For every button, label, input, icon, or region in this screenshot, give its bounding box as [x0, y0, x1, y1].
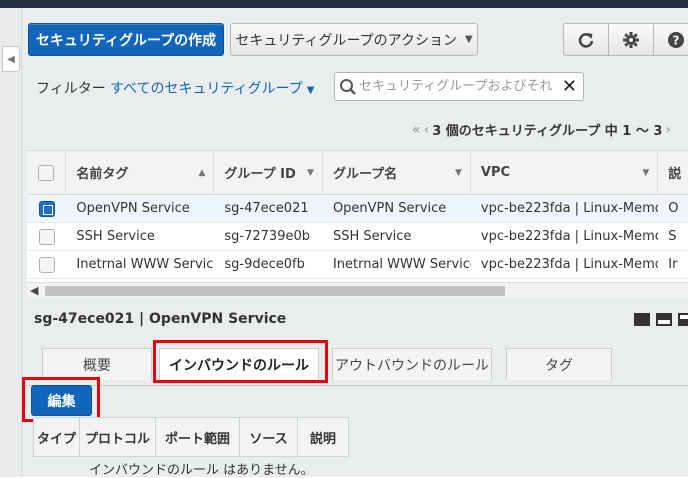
cell-vpc: vpc-be223fda | Linux-Memo ...: [480, 201, 659, 216]
rules-column-port-range: ポート範囲: [156, 418, 240, 456]
filter-selected: すべてのセキュリティグループ: [110, 81, 303, 97]
refresh-icon: [578, 32, 594, 48]
filter-dropdown[interactable]: すべてのセキュリティグループ ▼: [110, 78, 314, 98]
refresh-button[interactable]: [563, 23, 609, 56]
svg-text:?: ?: [673, 33, 680, 47]
select-all-cell: [27, 151, 67, 195]
cell-group-id: sg-47ece021: [224, 201, 309, 216]
security-group-actions-button[interactable]: セキュリティグループのアクション ▼: [230, 23, 478, 56]
empty-rules-message: インバウンドのルール はありません。: [89, 463, 314, 478]
top-nav-bar: [0, 0, 688, 8]
help-icon: ?: [668, 31, 684, 48]
sort-icon: ▼: [454, 167, 462, 178]
column-header-vpc[interactable]: VPC ▼: [471, 151, 659, 195]
layout-split-bottom-icon[interactable]: [678, 313, 688, 326]
row-checkbox[interactable]: [38, 256, 55, 273]
cell-name-tag: Inetrnal WWW Service: [76, 257, 215, 272]
collapse-sidebar-button[interactable]: ◀: [2, 46, 20, 72]
cell-vpc: vpc-be223fda | Linux-Memo ...: [480, 257, 659, 272]
rules-table-header: タイプ プロトコル ポート範囲 ソース 説明: [33, 417, 349, 457]
cell-group-name: OpenVPN Service: [332, 201, 447, 216]
chevron-left-icon: ◀: [7, 53, 15, 65]
layout-full-icon[interactable]: [634, 313, 650, 326]
help-button[interactable]: ?: [653, 23, 688, 56]
cell-group-id: sg-72739e0b: [224, 229, 310, 244]
table-row[interactable]: OpenVPN Service sg-47ece021 OpenVPN Serv…: [27, 195, 688, 223]
sort-icon: ▼: [642, 167, 650, 178]
rules-column-source: ソース: [240, 418, 298, 456]
detail-title: sg-47ece021 | OpenVPN Service: [34, 311, 287, 327]
clear-search-icon[interactable]: ✕: [562, 77, 577, 96]
sort-asc-icon: ▲: [198, 167, 206, 178]
toolbar-icon-buttons: ?: [563, 23, 688, 56]
security-groups-table: 名前タグ ▲ グループ ID ▼ グループ名 ▼ VPC ▼ 説 OpenVPN Ser…: [27, 150, 688, 298]
search-box: ✕: [334, 72, 584, 101]
tabs-divider: [22, 385, 688, 386]
row-checkbox[interactable]: [38, 200, 55, 217]
tab-tags[interactable]: タグ: [506, 348, 612, 380]
table-row[interactable]: SSH Service sg-72739e0b SSH Service vpc-…: [27, 223, 688, 251]
search-icon: [340, 78, 356, 95]
column-header-name-tag[interactable]: 名前タグ ▲: [66, 151, 215, 195]
next-page-icon[interactable]: ›: [665, 122, 671, 138]
select-all-checkbox[interactable]: [38, 164, 55, 181]
highlight-box-inbound-tab: [153, 340, 328, 383]
table-header: 名前タグ ▲ グループ ID ▼ グループ名 ▼ VPC ▼ 説: [27, 151, 688, 195]
settings-button[interactable]: [608, 23, 654, 56]
rules-column-type: タイプ: [34, 418, 80, 456]
rules-column-description: 説明: [309, 431, 336, 447]
cell-group-id: sg-9dece0fb: [224, 257, 305, 272]
cell-group-name: Inetrnal WWW Service: [332, 257, 471, 272]
search-input[interactable]: [357, 79, 562, 94]
actions-label: セキュリティグループのアクション: [235, 32, 457, 49]
column-header-description[interactable]: 説: [658, 151, 688, 195]
highlight-box-edit-button: [22, 377, 100, 422]
cell-name-tag: SSH Service: [76, 229, 155, 244]
first-page-icon[interactable]: «: [412, 122, 421, 138]
filter-label: フィルター: [36, 81, 106, 97]
tab-outbound-rules[interactable]: アウトバウンドのルール: [332, 348, 492, 380]
gear-icon: [623, 31, 639, 48]
pagination-text: 3 個のセキュリティグループ 中 1 ～ 3: [432, 124, 663, 139]
table-row[interactable]: Inetrnal WWW Service sg-9dece0fb Inetrna…: [27, 251, 688, 279]
layout-split-top-icon[interactable]: [656, 313, 672, 326]
tab-overview[interactable]: 概要: [42, 348, 152, 380]
row-checkbox[interactable]: [38, 228, 55, 245]
scroll-left-icon[interactable]: ◀: [30, 284, 38, 297]
create-security-group-button[interactable]: セキュリティグループの作成: [28, 23, 224, 56]
cell-description: Ir: [668, 257, 678, 272]
cell-group-name: SSH Service: [332, 229, 412, 244]
chevron-down-icon: ▼: [464, 34, 473, 45]
cell-description: O: [668, 201, 679, 216]
main-panel: セキュリティグループの作成 セキュリティグループのアクション ▼ ? フィルター…: [22, 8, 688, 478]
cell-vpc: vpc-be223fda | Linux-Memo ...: [480, 229, 659, 244]
prev-page-icon[interactable]: ‹: [424, 122, 430, 138]
horizontal-scrollbar[interactable]: ◀: [27, 282, 688, 298]
column-header-group-id[interactable]: グループ ID ▼: [214, 151, 323, 195]
layout-toggle: [634, 313, 688, 326]
chevron-down-icon: ▼: [306, 85, 315, 96]
rules-column-protocol: プロトコル: [80, 418, 156, 456]
sort-icon: ▼: [307, 167, 314, 178]
column-header-group-name[interactable]: グループ名 ▼: [323, 151, 471, 195]
cell-description: S: [668, 229, 677, 244]
scrollbar-thumb[interactable]: [45, 286, 505, 296]
cell-name-tag: OpenVPN Service: [76, 201, 190, 216]
left-sidebar-collapsed: ◀: [0, 8, 22, 477]
pagination: « ‹ 3 個のセキュリティグループ 中 1 ～ 3 ›: [412, 120, 671, 140]
